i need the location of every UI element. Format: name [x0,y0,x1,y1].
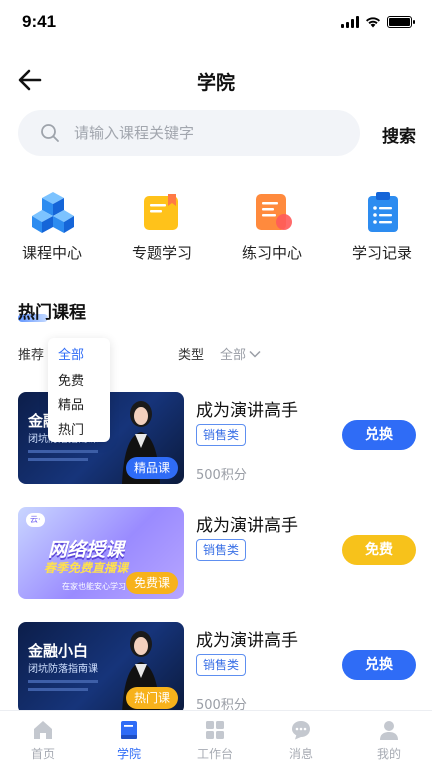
tab-profile[interactable]: 我的 [346,719,432,762]
type-filter-label: 类型 [178,348,205,363]
tab-label: 学院 [116,747,141,761]
message-icon [292,721,310,740]
dropdown-option-all[interactable]: 全部 [58,344,84,363]
tab-workbench[interactable]: 工作台 [172,719,258,762]
tab-label: 我的 [376,747,401,761]
nav-header: 学院 [0,58,432,102]
type-filter-value: 全部 [220,348,247,363]
thumbnail-tag: 免费课 [125,572,178,594]
course-card[interactable]: 云· 网络授课 春季免费直播课 在家也能安心学习 免费课 成为演讲高手 销售类 … [18,507,416,599]
course-center-icon [32,192,74,233]
search-icon [41,124,59,142]
dropdown-option-premium[interactable]: 精品 [58,394,84,413]
dropdown-option-free[interactable]: 免费 [58,370,84,389]
course-title: 成为演讲高手 [196,631,298,651]
recommend-filter-label: 推荐 [18,348,45,363]
category-grid: 课程中心 专题学习 练习中心 学习记录 [0,190,432,270]
tab-academy[interactable]: 学院 [86,719,172,762]
thumbnail-subline: 春季免费直播课 [44,561,129,575]
status-time: 9:41 [22,12,57,31]
redeem-button[interactable]: 兑换 [342,650,416,680]
category-topic-study[interactable]: 专题学习 [112,190,212,270]
type-filter-select[interactable]: 全部 [220,344,261,363]
category-label: 课程中心 [21,244,82,262]
wifi-icon [366,17,380,28]
course-thumbnail: 金融小白 闭坑防落指南课 热门课 [18,622,184,714]
search-button[interactable]: 搜索 [382,122,416,147]
tab-messages[interactable]: 消息 [258,719,344,762]
thumbnail-smalltext: 在家也能安心学习 [62,582,126,591]
grid-icon [206,721,224,739]
tab-label: 消息 [288,747,313,761]
page-title: 学院 [196,72,235,94]
signal-icon [341,16,359,28]
book-icon [121,721,137,739]
thumbnail-tag: 精品课 [125,457,178,479]
course-thumbnail: 云· 网络授课 春季免费直播课 在家也能安心学习 免费课 [18,507,184,599]
thumbnail-headline: 金融小白 [28,642,89,660]
category-course-center[interactable]: 课程中心 [2,190,102,270]
practice-center-icon [256,194,292,230]
thumbnail-logo: 云· [26,513,45,527]
thumbnail-tag: 热门课 [125,687,178,709]
category-label: 专题学习 [131,244,192,262]
dropdown-option-hot[interactable]: 热门 [58,419,84,438]
redeem-button[interactable]: 兑换 [342,420,416,450]
bottom-tab-bar: 首页 学院 工作台 消息 我的 [0,710,432,768]
status-icons [341,16,415,28]
thumbnail-subline: 闭坑防落指南课 [28,664,98,675]
course-title: 成为演讲高手 [196,401,298,421]
category-study-record[interactable]: 学习记录 [332,190,432,270]
course-card[interactable]: 金融小白 闭坑防落指南课 热门课 成为演讲高手 销售类 500积分 兑换 [18,622,416,714]
category-label: 学习记录 [351,244,412,262]
course-type-badge: 销售类 [196,654,247,676]
home-icon [34,721,52,739]
battery-icon [387,16,415,28]
category-practice-center[interactable]: 练习中心 [222,190,322,270]
chevron-down-icon [249,350,261,358]
course-points: 500积分 [196,468,247,483]
search-input[interactable] [74,110,344,156]
status-bar: 9:41 [0,0,432,48]
topic-study-icon [144,194,178,230]
thumbnail-headline: 网络授课 [48,539,125,561]
recommend-dropdown-menu: 全部 免费 精品 热门 [48,338,110,442]
search-row: 搜索 [18,110,416,158]
section-title: 热门课程 [18,303,86,323]
tab-home[interactable]: 首页 [0,719,86,762]
course-type-badge: 销售类 [196,424,247,446]
free-button[interactable]: 免费 [342,535,416,565]
person-icon [380,721,398,740]
course-title: 成为演讲高手 [196,516,298,536]
search-box[interactable] [18,110,360,156]
tab-label: 工作台 [196,747,233,761]
study-record-icon [368,192,398,232]
tab-label: 首页 [30,747,55,761]
course-type-badge: 销售类 [196,539,247,561]
category-label: 练习中心 [241,244,302,262]
